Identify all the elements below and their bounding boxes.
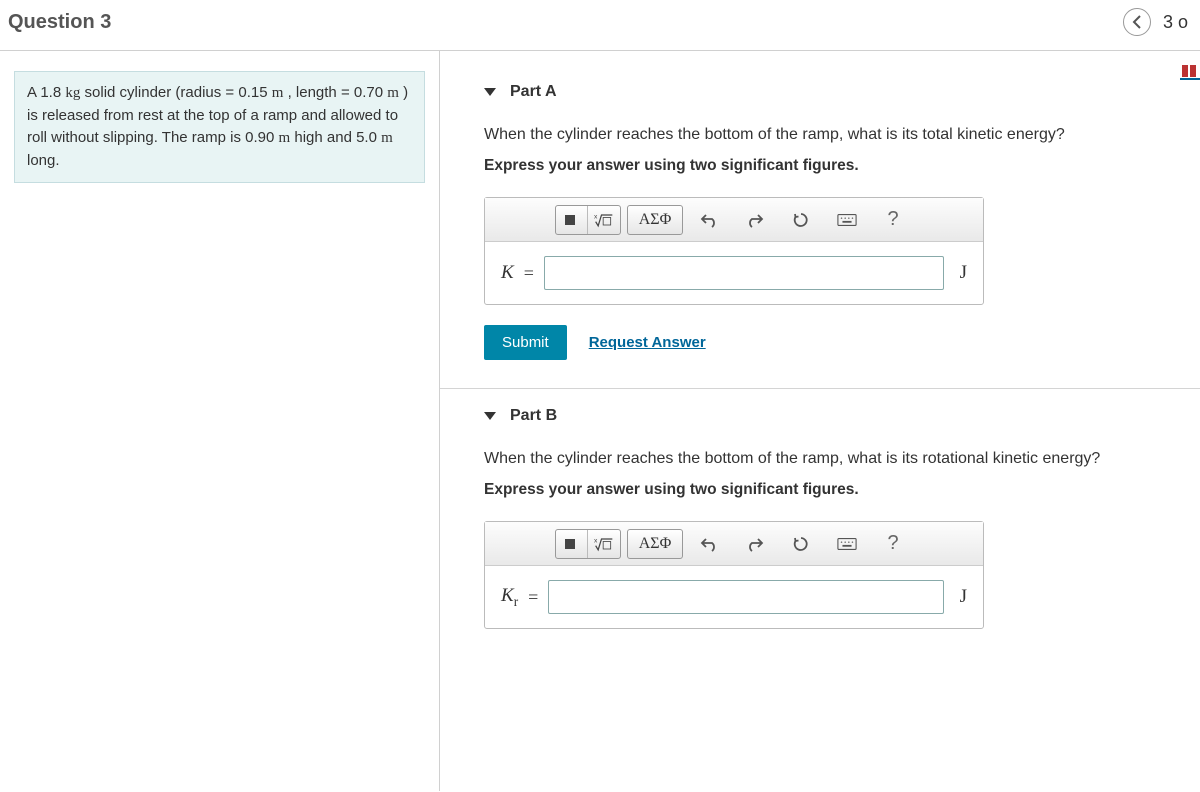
prev-button[interactable]: [1123, 8, 1151, 36]
problem-statement: A 1.8 kg solid cylinder (radius = 0.15 m…: [14, 71, 425, 183]
radical-tool-icon[interactable]: x: [588, 206, 620, 234]
chevron-down-icon: [484, 412, 496, 420]
part-a-toggle[interactable]: Part A: [484, 83, 1200, 101]
part-a-title: Part A: [510, 83, 557, 101]
help-icon[interactable]: ?: [877, 530, 909, 558]
request-answer-link[interactable]: Request Answer: [589, 334, 706, 351]
greek-letters-button[interactable]: ΑΣΦ: [628, 206, 682, 234]
chevron-down-icon: [484, 88, 496, 96]
part-b-question: When the cylinder reaches the bottom of …: [484, 447, 1200, 471]
redo-icon[interactable]: [739, 206, 771, 234]
greek-letters-button[interactable]: ΑΣΦ: [628, 530, 682, 558]
part-b-unit: J: [960, 586, 967, 608]
part-a-instruction: Express your answer using two significan…: [484, 157, 1200, 175]
template-tools: x: [555, 205, 621, 235]
part-a-actions: Submit Request Answer: [484, 325, 1200, 360]
undo-icon[interactable]: [693, 206, 725, 234]
keyboard-icon[interactable]: [831, 530, 863, 558]
undo-icon[interactable]: [693, 530, 725, 558]
part-b-answer-row: Kr = J: [485, 566, 983, 628]
part-b-instruction: Express your answer using two significan…: [484, 481, 1200, 499]
right-panel: Part A When the cylinder reaches the bot…: [440, 51, 1200, 791]
flag-icon[interactable]: [1182, 65, 1196, 77]
redo-icon[interactable]: [739, 530, 771, 558]
equals-sign: =: [524, 263, 534, 284]
part-a-answer-row: K = J: [485, 242, 983, 304]
part-a-question: When the cylinder reaches the bottom of …: [484, 123, 1200, 147]
greek-tools: ΑΣΦ: [627, 205, 683, 235]
part-a-variable: K: [501, 262, 514, 284]
part-a-toolbar: x ΑΣΦ: [485, 198, 983, 242]
rectangle-tool-icon[interactable]: [556, 206, 588, 234]
page-indicator: 3 o: [1163, 12, 1188, 33]
part-a-answer-box: x ΑΣΦ: [484, 197, 984, 305]
reset-icon[interactable]: [785, 530, 817, 558]
part-b-answer-input[interactable]: [548, 580, 943, 614]
radical-tool-icon[interactable]: x: [588, 530, 620, 558]
submit-button[interactable]: Submit: [484, 325, 567, 360]
greek-tools: ΑΣΦ: [627, 529, 683, 559]
svg-text:x: x: [594, 213, 598, 220]
svg-text:x: x: [594, 537, 598, 544]
help-icon[interactable]: ?: [877, 206, 909, 234]
equals-sign: =: [528, 587, 538, 608]
rectangle-tool-icon[interactable]: [556, 530, 588, 558]
part-b-toggle[interactable]: Part B: [484, 407, 1200, 425]
part-a-section: Part A When the cylinder reaches the bot…: [440, 65, 1200, 389]
header-right: 3 o: [1123, 8, 1188, 36]
template-tools: x: [555, 529, 621, 559]
page-header: Question 3 3 o: [0, 0, 1200, 51]
part-b-answer-box: x ΑΣΦ: [484, 521, 984, 629]
main-layout: A 1.8 kg solid cylinder (radius = 0.15 m…: [0, 51, 1200, 791]
question-title: Question 3: [8, 11, 111, 34]
left-panel: A 1.8 kg solid cylinder (radius = 0.15 m…: [0, 51, 440, 791]
part-b-title: Part B: [510, 407, 557, 425]
part-a-answer-input[interactable]: [544, 256, 944, 290]
part-b-variable: Kr: [501, 585, 518, 610]
part-a-unit: J: [960, 262, 967, 284]
part-b-toolbar: x ΑΣΦ: [485, 522, 983, 566]
reset-icon[interactable]: [785, 206, 817, 234]
part-b-section: Part B When the cylinder reaches the bot…: [440, 389, 1200, 677]
keyboard-icon[interactable]: [831, 206, 863, 234]
